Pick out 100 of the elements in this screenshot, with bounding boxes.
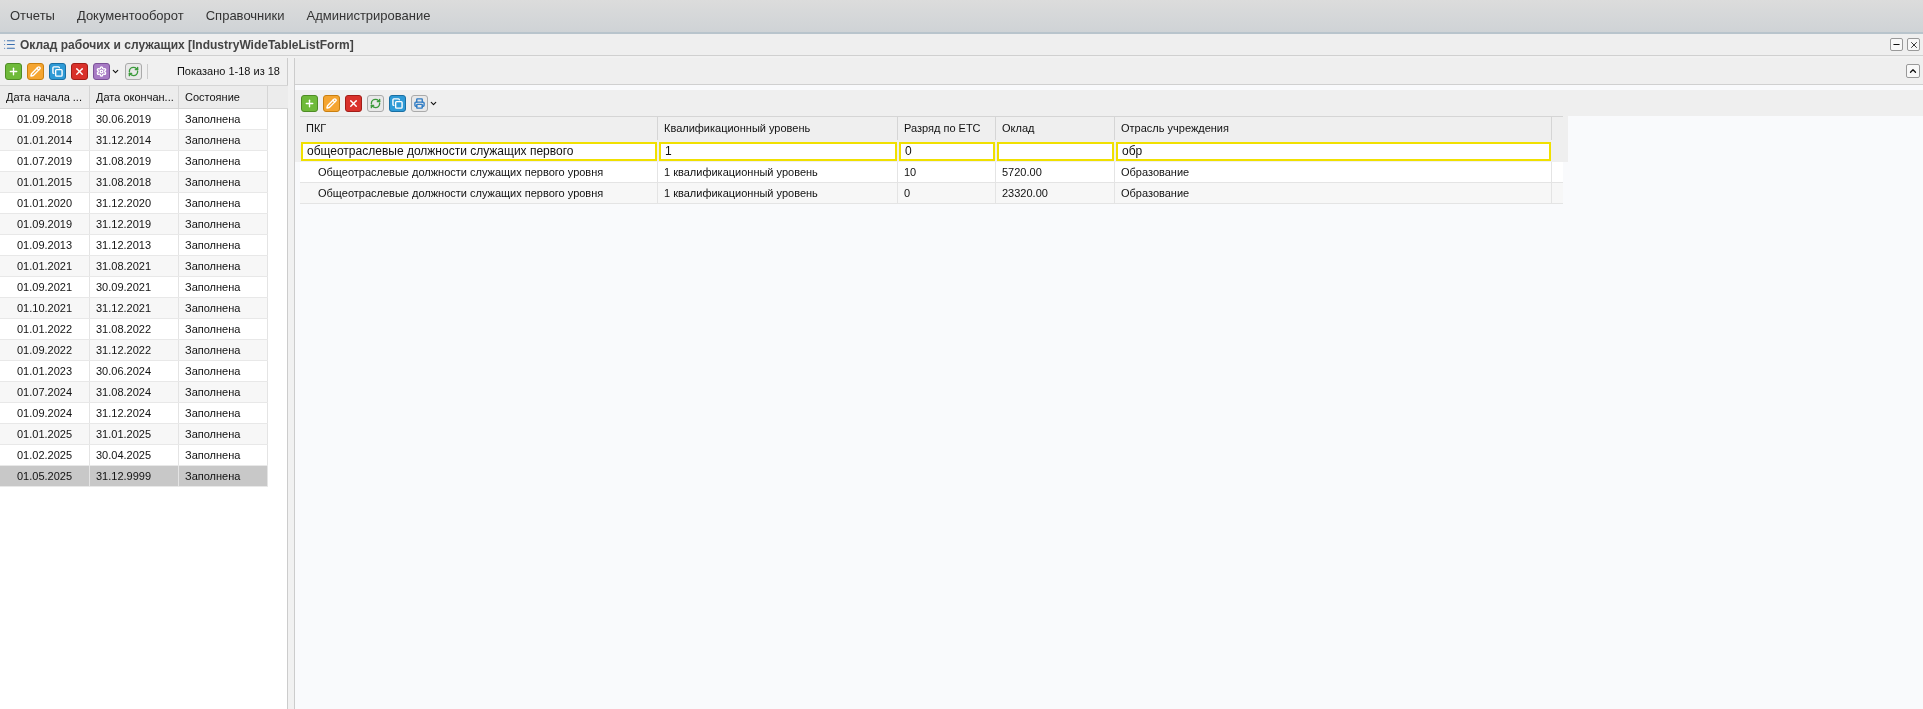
- add-icon: [8, 66, 19, 77]
- table-cell: Заполнена: [179, 382, 268, 402]
- filter-field[interactable]: обр: [1116, 141, 1551, 161]
- table-cell: 31.08.2021: [90, 256, 179, 276]
- close-button[interactable]: [1907, 38, 1920, 51]
- settings-button[interactable]: [93, 63, 110, 80]
- table-cell: 01.01.2014: [0, 130, 90, 150]
- table-cell: Заполнена: [179, 109, 268, 129]
- edit-button[interactable]: [27, 63, 44, 80]
- refresh-icon: [370, 97, 381, 109]
- table-cell: 30.04.2025: [90, 445, 179, 465]
- column-header[interactable]: Дата начала ...: [0, 86, 90, 108]
- table-cell: Заполнена: [179, 172, 268, 192]
- refresh-button[interactable]: [367, 94, 384, 112]
- edit-icon: [30, 66, 41, 77]
- table-cell: 01.01.2021: [0, 256, 90, 276]
- table-cell: Заполнена: [179, 193, 268, 213]
- table-cell: 01.09.2013: [0, 235, 90, 255]
- table-cell: Заполнена: [179, 214, 268, 234]
- table-cell: 31.08.2019: [90, 151, 179, 171]
- table-cell: 10: [898, 162, 996, 182]
- table-row[interactable]: 01.09.2021 30.09.2021 Заполнена: [0, 277, 268, 298]
- table-cell: 30.06.2019: [90, 109, 179, 129]
- print-icon: [414, 97, 425, 109]
- column-header[interactable]: Разряд по ЕТС: [898, 117, 996, 140]
- table-cell: 01.01.2022: [0, 319, 90, 339]
- table-row[interactable]: 01.01.2023 30.06.2024 Заполнена: [0, 361, 268, 382]
- copy-icon: [392, 97, 403, 109]
- add-button[interactable]: [5, 63, 22, 80]
- table-row[interactable]: 01.05.2025 31.12.9999 Заполнена: [0, 466, 268, 487]
- table-row[interactable]: 01.01.2021 31.08.2021 Заполнена: [0, 256, 268, 277]
- table-cell: 31.08.2024: [90, 382, 179, 402]
- filter-field[interactable]: [997, 141, 1114, 161]
- copy-button[interactable]: [49, 63, 66, 80]
- caret-icon[interactable]: [111, 67, 120, 76]
- table-cell: 01.07.2024: [0, 382, 90, 402]
- column-header[interactable]: Отрасль учреждения: [1115, 117, 1552, 140]
- table-cell: 01.01.2015: [0, 172, 90, 192]
- table-cell: 31.12.2021: [90, 298, 179, 318]
- table-row[interactable]: 01.09.2022 31.12.2022 Заполнена: [0, 340, 268, 361]
- table-row[interactable]: 01.10.2021 31.12.2021 Заполнена: [0, 298, 268, 319]
- refresh-button[interactable]: [125, 63, 142, 80]
- table-cell: 01.01.2023: [0, 361, 90, 381]
- table-cell: 01.07.2019: [0, 151, 90, 171]
- column-header[interactable]: Квалификационный уровень: [658, 117, 898, 140]
- settings-icon: [96, 66, 107, 77]
- window-title: Оклад рабочих и служащих [IndustryWideTableListForm]: [20, 36, 354, 54]
- collapse-button[interactable]: [1906, 64, 1920, 78]
- table-cell: 31.12.2020: [90, 193, 179, 213]
- delete-button[interactable]: [71, 63, 88, 80]
- menu-item[interactable]: Администрирование: [306, 6, 431, 26]
- table-cell: 1 квалификационный уровень: [658, 183, 898, 203]
- delete-icon: [74, 66, 85, 77]
- edit-button[interactable]: [323, 94, 340, 112]
- delete-button[interactable]: [345, 94, 362, 112]
- table-row[interactable]: 01.01.2020 31.12.2020 Заполнена: [0, 193, 268, 214]
- column-header[interactable]: Состояние: [179, 86, 268, 108]
- table-cell: 01.09.2024: [0, 403, 90, 423]
- table-cell: Заполнена: [179, 340, 268, 360]
- table-cell: Заполнена: [179, 319, 268, 339]
- menu-item[interactable]: Документооборот: [76, 6, 184, 26]
- filter-field[interactable]: общеотраслевые должности служащих первого: [301, 141, 657, 161]
- table-cell: Образование: [1115, 162, 1552, 182]
- menu-item[interactable]: Справочники: [205, 6, 285, 26]
- print-button[interactable]: [411, 94, 428, 112]
- copy-button[interactable]: [389, 94, 406, 112]
- table-row[interactable]: 01.07.2024 31.08.2024 Заполнена: [0, 382, 268, 403]
- paging-info: Показано 1-18 из 18: [176, 64, 281, 80]
- table-row[interactable]: 01.01.2015 31.08.2018 Заполнена: [0, 172, 268, 193]
- table-row[interactable]: 01.09.2024 31.12.2024 Заполнена: [0, 403, 268, 424]
- table-row[interactable]: 01.01.2025 31.01.2025 Заполнена: [0, 424, 268, 445]
- table-cell: Заполнена: [179, 130, 268, 150]
- table-cell: 31.08.2018: [90, 172, 179, 192]
- table-cell: 23320.00: [996, 183, 1115, 203]
- add-button[interactable]: [301, 94, 318, 112]
- column-header[interactable]: Оклад: [996, 117, 1115, 140]
- table-cell: 01.02.2025: [0, 445, 90, 465]
- minimize-button[interactable]: [1890, 38, 1903, 51]
- list-icon: [3, 38, 16, 51]
- filter-field[interactable]: 0: [899, 141, 995, 161]
- table-cell: 1 квалификационный уровень: [658, 162, 898, 182]
- table-row[interactable]: 01.01.2022 31.08.2022 Заполнена: [0, 319, 268, 340]
- column-header[interactable]: ПКГ: [300, 117, 658, 140]
- filter-field[interactable]: 1: [659, 141, 897, 161]
- table-cell: Заполнена: [179, 424, 268, 444]
- table-cell: Заполнена: [179, 445, 268, 465]
- table-row[interactable]: 01.07.2019 31.08.2019 Заполнена: [0, 151, 268, 172]
- table-cell: 31.01.2025: [90, 424, 179, 444]
- table-cell: 01.09.2022: [0, 340, 90, 360]
- table-cell: Образование: [1115, 183, 1552, 203]
- table-cell: Заполнена: [179, 235, 268, 255]
- close-icon: [1908, 39, 1919, 50]
- menu-item[interactable]: Отчеты: [10, 6, 55, 26]
- table-row[interactable]: 01.09.2013 31.12.2013 Заполнена: [0, 235, 268, 256]
- table-row[interactable]: 01.01.2014 31.12.2014 Заполнена: [0, 130, 268, 151]
- table-row[interactable]: 01.09.2018 30.06.2019 Заполнена: [0, 109, 268, 130]
- table-cell: Общеотраслевые должности служащих первого уровня: [300, 162, 658, 182]
- column-header[interactable]: Дата окончан...: [90, 86, 179, 108]
- table-row[interactable]: 01.09.2019 31.12.2019 Заполнена: [0, 214, 268, 235]
- table-row[interactable]: 01.02.2025 30.04.2025 Заполнена: [0, 445, 268, 466]
